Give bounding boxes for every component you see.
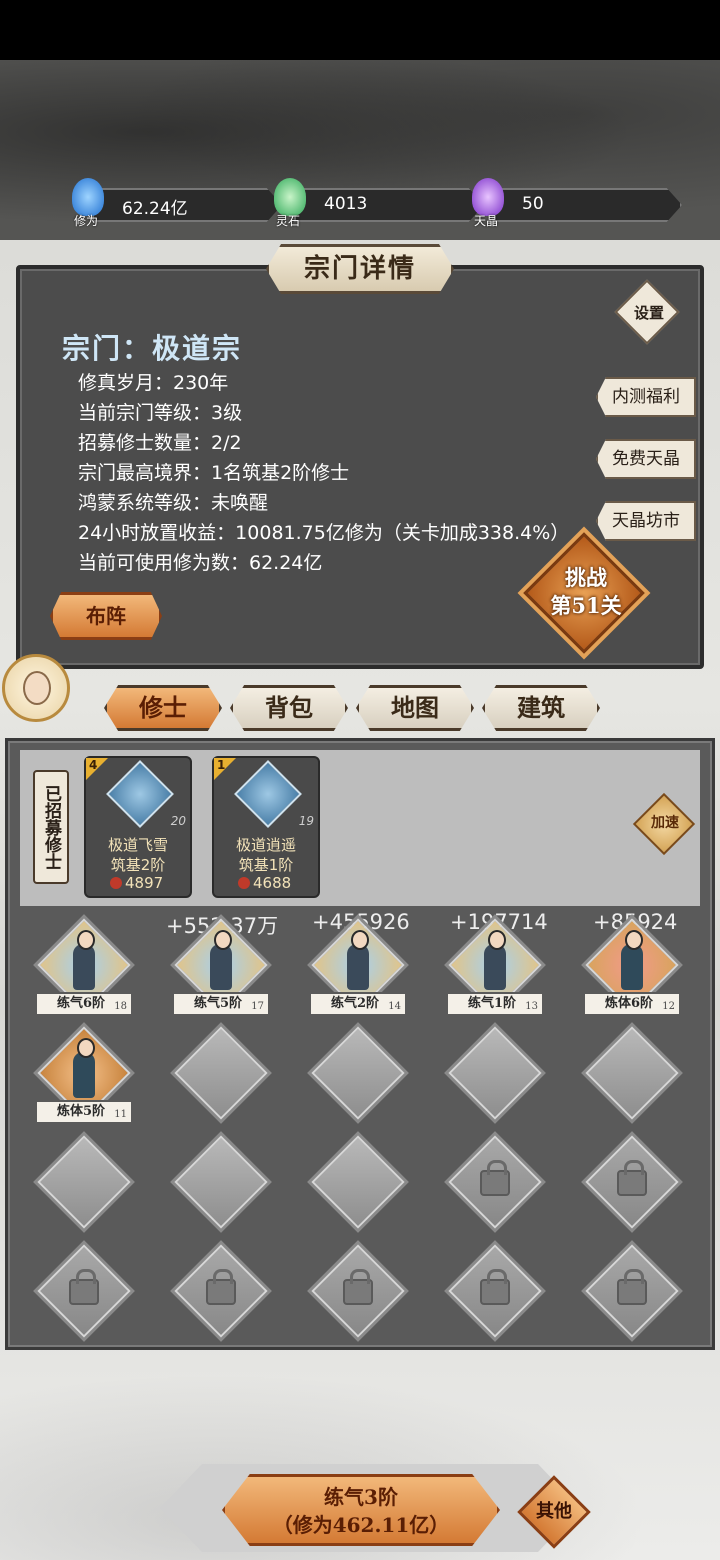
breakthrough-button[interactable]: 练气3阶 （修为462.11亿） (222, 1474, 500, 1546)
rank-text: 练气1阶 (468, 996, 517, 1011)
rank-text: 练气5阶 (194, 996, 243, 1011)
rank-text: 练气6阶 (57, 996, 106, 1011)
rank-level: 12 (662, 1001, 675, 1012)
speed-up-label: 加速 (651, 815, 679, 831)
status-bar (0, 0, 720, 60)
card-realm: 筑基1阶 (238, 856, 294, 874)
rank-level: 18 (114, 1001, 127, 1012)
resource-caption: 灵石 (276, 214, 301, 228)
resource-pill (294, 188, 484, 222)
beta-welfare-button[interactable]: 内测福利 (596, 377, 696, 417)
disciple-rank: 练气2阶 14 (309, 992, 407, 1016)
info-line: 当前可使用修为数：62.24亿 (78, 552, 323, 574)
free-crystal-button[interactable]: 免费天晶 (596, 439, 696, 479)
disciple-figure (73, 1038, 95, 1098)
tab-cultivators[interactable]: 修士 (104, 685, 222, 731)
disciple-rank: 炼体6阶 12 (583, 992, 681, 1016)
info-line: 宗门最高境界：1名筑基2阶修士 (78, 462, 350, 484)
disciple-rank: 炼体5阶 11 (35, 1100, 133, 1124)
lock-icon (206, 1269, 236, 1305)
resource-cultivation[interactable]: 修为 62.24亿 (72, 178, 282, 228)
rank-text: 炼体5阶 (57, 1104, 106, 1119)
rank-level: 14 (388, 1001, 401, 1012)
settings-label: 设置 (633, 304, 664, 322)
card-name: 极道飞雪 (107, 836, 168, 854)
recruited-card[interactable]: 4 20 极道飞雪 筑基2阶 4897 (84, 756, 192, 898)
other-label: 其他 (536, 1501, 572, 1522)
card-badge-number: 4 (89, 758, 98, 772)
rank-text: 炼体6阶 (605, 996, 654, 1011)
rank-level: 17 (251, 1001, 264, 1012)
card-level: 19 (298, 814, 314, 828)
resource-caption: 修为 (74, 214, 99, 228)
blue-flame-icon (72, 178, 104, 216)
rank-level: 13 (525, 1001, 538, 1012)
disciple-figure (73, 930, 95, 990)
lock-icon (617, 1160, 647, 1196)
card-badge-number: 1 (217, 758, 226, 772)
disciple-rank: 练气1阶 13 (446, 992, 544, 1016)
card-power: 4897 (110, 874, 163, 892)
card-realm: 筑基2阶 (110, 856, 166, 874)
resource-value: 62.24亿 (122, 199, 188, 219)
resource-pill (492, 188, 682, 222)
card-power-value: 4688 (253, 874, 292, 892)
disciple-figure (621, 930, 643, 990)
card-badge: 1 (214, 758, 236, 780)
recruited-tag: 已招募修士 (33, 770, 69, 884)
lock-icon (617, 1269, 647, 1305)
rank-text: 练气2阶 (331, 996, 380, 1011)
disciple-figure (347, 930, 369, 990)
tab-backpack[interactable]: 背包 (230, 685, 348, 731)
avatar-face (23, 671, 51, 705)
sect-name: 宗门：极道宗 (62, 332, 243, 365)
card-level: 20 (170, 814, 186, 828)
info-line: 招募修士数量：2/2 (78, 432, 242, 454)
disciple-rank: 练气6阶 18 (35, 992, 133, 1016)
resource-sky-crystal[interactable]: 天晶 50 (472, 178, 682, 228)
card-name: 极道逍遥 (235, 836, 296, 854)
crystal-market-button[interactable]: 天晶坊市 (596, 501, 696, 541)
green-crystal-icon (274, 178, 306, 216)
card-power: 4688 (238, 874, 291, 892)
resource-caption: 天晶 (474, 214, 499, 228)
challenge-label: 挑战 第51关 (540, 564, 632, 620)
power-icon (238, 877, 250, 889)
lock-icon (343, 1269, 373, 1305)
resource-spirit-stone[interactable]: 灵石 4013 (274, 178, 484, 228)
disciple-figure (484, 930, 506, 990)
lock-icon (480, 1269, 510, 1305)
breakthrough-cost: （修为462.11亿） (272, 1513, 450, 1537)
info-line: 24小时放置收益：10081.75亿修为（关卡加成338.4%） (78, 522, 570, 544)
tab-map[interactable]: 地图 (356, 685, 474, 731)
disciple-figure (210, 930, 232, 990)
challenge-stage: 第51关 (550, 593, 622, 618)
resource-value: 50 (522, 194, 544, 214)
panel-title: 宗门详情 (266, 244, 454, 294)
cultivator-portrait (234, 760, 302, 828)
info-line: 当前宗门等级：3级 (78, 402, 243, 424)
purple-crystal-icon (472, 178, 504, 216)
rank-level: 11 (114, 1109, 127, 1120)
player-avatar[interactable] (2, 654, 70, 722)
resource-value: 4013 (324, 194, 368, 214)
tab-buildings[interactable]: 建筑 (482, 685, 600, 731)
card-power-value: 4897 (125, 874, 164, 892)
info-line: 修真岁月：230年 (78, 372, 229, 394)
cultivator-portrait (106, 760, 174, 828)
formation-button[interactable]: 布阵 (50, 592, 162, 640)
disciple-rank: 练气5阶 17 (172, 992, 270, 1016)
lock-icon (480, 1160, 510, 1196)
power-icon (110, 877, 122, 889)
breakthrough-rank: 练气3阶 (324, 1485, 398, 1509)
card-badge: 4 (86, 758, 108, 780)
challenge-text: 挑战 (565, 565, 607, 590)
info-line: 鸿蒙系统等级：未唤醒 (78, 492, 269, 514)
recruited-card[interactable]: 1 19 极道逍遥 筑基1阶 4688 (212, 756, 320, 898)
lock-icon (69, 1269, 99, 1305)
